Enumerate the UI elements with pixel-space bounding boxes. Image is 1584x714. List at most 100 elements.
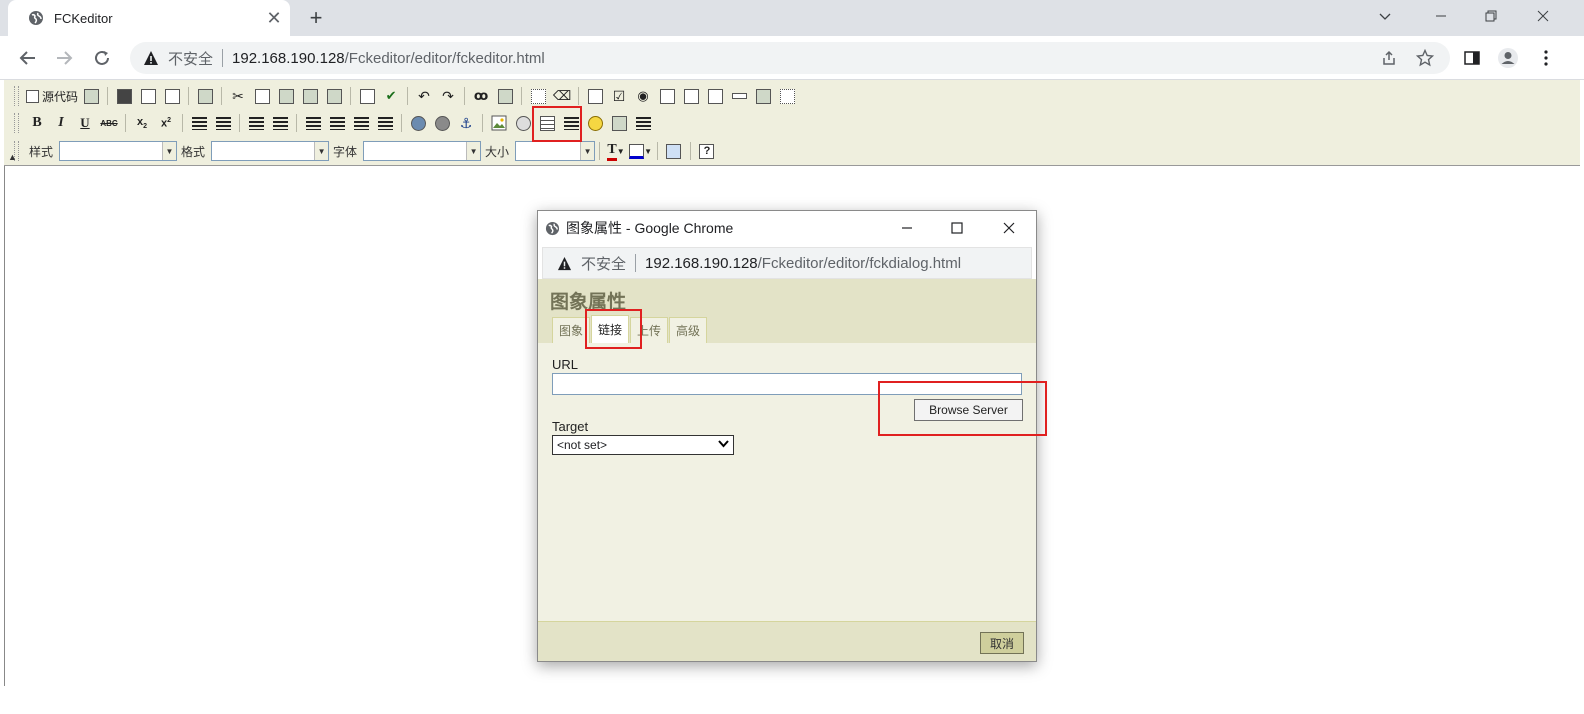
paste-button[interactable] [275,85,297,107]
ordered-list-button[interactable] [188,112,210,134]
align-center-icon [329,116,345,130]
image-button-button[interactable] [752,85,774,107]
link-button[interactable] [407,112,429,134]
redo-button[interactable]: ↷ [437,85,459,107]
menu-kebab-icon[interactable] [1532,44,1560,72]
forward-arrow-icon[interactable] [50,44,78,72]
text-color-button[interactable]: T ▼ [605,140,627,162]
toolbar-separator [188,87,190,105]
preview-button[interactable] [161,85,183,107]
anchor-button[interactable]: ⚓ [455,112,477,134]
bold-icon: B [32,115,42,130]
superscript-button[interactable]: x2 [155,112,177,134]
back-arrow-icon[interactable] [14,44,42,72]
unordered-list-button[interactable] [212,112,234,134]
find-button[interactable]: ꝏ [470,85,492,107]
spellcheck-button[interactable]: ✔ [380,85,402,107]
special-char-button[interactable] [608,112,630,134]
source-button[interactable]: 源代码 [26,85,78,107]
replace-icon [497,88,513,104]
image-button[interactable] [488,112,510,134]
form-button-button[interactable] [728,85,750,107]
url-host: 192.168.190.128 [645,254,758,272]
tab-close-icon[interactable]: ✕ [264,8,284,28]
undo-button[interactable]: ↶ [413,85,435,107]
toolbar-grip [14,113,19,133]
underline-button[interactable]: U [74,112,96,134]
remove-format-button[interactable]: ⌫ [551,85,573,107]
smiley-button[interactable] [584,112,606,134]
tab-title: FCKeditor [54,10,113,26]
collapse-toolbar-icon[interactable]: ▲ [8,152,17,162]
about-help-button[interactable]: ? [696,140,718,162]
highlight-link-tab [585,309,642,349]
close-window-icon[interactable] [986,211,1032,245]
cancel-button[interactable]: 取消 [980,632,1024,654]
italic-button[interactable]: I [50,112,72,134]
background-color-button[interactable]: ▼ [629,140,652,162]
hidden-field-button[interactable] [776,85,798,107]
popup-address-bar[interactable]: 不安全 192.168.190.128 /Fckeditor/editor/fc… [542,247,1032,279]
paste-clipboard-icon [278,88,294,104]
share-icon[interactable] [1374,42,1404,74]
omnibox-divider [635,254,637,272]
cut-button[interactable]: ✂ [227,85,249,107]
browser-tab-fckeditor[interactable]: FCKeditor ✕ [8,0,290,36]
text-field-button[interactable] [656,85,678,107]
save-button[interactable] [113,85,135,107]
toolbar-separator [482,114,483,132]
superscript-digit: 2 [167,116,172,124]
justify-left-button[interactable] [302,112,324,134]
reload-icon[interactable] [88,44,116,72]
toolbar-separator [182,114,183,132]
toolbar-separator [107,87,109,105]
minimize-icon[interactable] [884,211,930,245]
fit-window-button[interactable] [663,140,685,162]
page-break-button[interactable] [632,112,654,134]
style-combo[interactable]: ▼ [59,141,178,161]
profile-avatar-icon[interactable] [1494,44,1522,72]
address-bar[interactable]: 不安全 192.168.190.128 /Fckeditor/editor/fc… [130,42,1450,74]
indent-button[interactable] [269,112,291,134]
templates-button[interactable] [194,85,216,107]
radio-button[interactable]: ◉ [632,85,654,107]
replace-button[interactable] [494,85,516,107]
undo-arrow-icon: ↶ [418,87,430,104]
tab-search-chevron-icon[interactable] [1362,0,1408,32]
strikethrough-button[interactable]: ABC [98,112,120,134]
justify-full-button[interactable] [374,112,396,134]
copy-button[interactable] [251,85,273,107]
textarea-button[interactable] [680,85,702,107]
checkbox-button[interactable]: ☑ [608,85,630,107]
image-button-icon [755,88,771,104]
target-select[interactable]: <not set> [552,435,734,455]
close-window-icon[interactable] [1520,0,1566,32]
side-panel-icon[interactable] [1458,44,1486,72]
paste-word-button[interactable] [323,85,345,107]
maximize-icon[interactable] [934,211,980,245]
bookmark-star-icon[interactable] [1410,42,1440,74]
paste-text-button[interactable] [299,85,321,107]
select-all-button[interactable] [527,85,549,107]
print-button[interactable] [356,85,378,107]
form-icon [587,88,603,104]
justify-right-button[interactable] [350,112,372,134]
bold-button[interactable]: B [26,112,48,134]
tab-advanced[interactable]: 高级 [669,317,708,343]
new-page-button[interactable] [137,85,159,107]
select-field-button[interactable] [704,85,726,107]
restore-icon[interactable] [1468,0,1514,32]
format-combo[interactable]: ▼ [211,141,330,161]
subscript-button[interactable]: x2 [131,112,153,134]
font-combo[interactable]: ▼ [363,141,482,161]
flash-button[interactable] [512,112,534,134]
document-properties-button[interactable] [80,85,102,107]
strikethrough-icon: ABC [100,118,118,128]
justify-center-button[interactable] [326,112,348,134]
unlink-button[interactable] [431,112,453,134]
size-combo[interactable]: ▼ [515,141,596,161]
outdent-button[interactable] [245,112,267,134]
minimize-icon[interactable] [1418,0,1464,32]
new-tab-button[interactable]: + [302,4,330,32]
form-button[interactable] [584,85,606,107]
